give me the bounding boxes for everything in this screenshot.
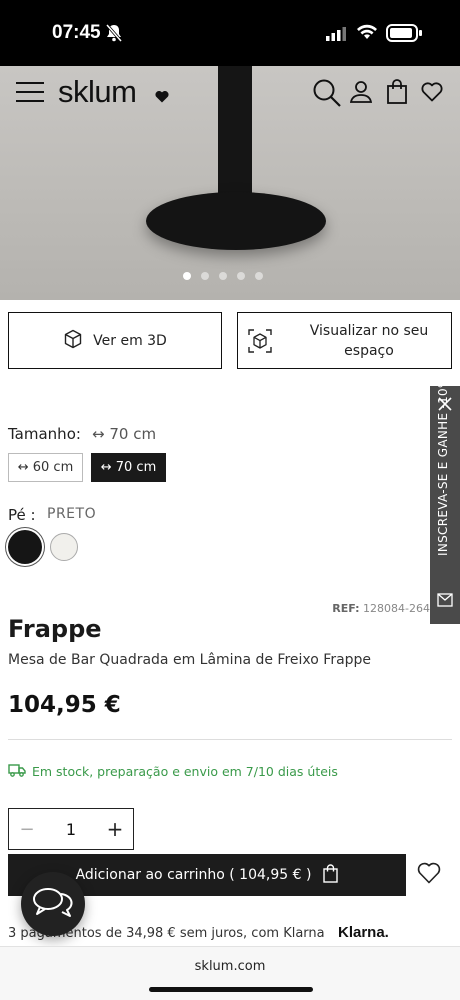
product-description: Mesa de Bar Quadrada em Lâmina de Freixo… (8, 652, 372, 668)
search-icon[interactable] (312, 78, 342, 112)
add-to-wishlist-heart-icon[interactable] (417, 862, 441, 888)
stock-text: Em stock, preparação e envio em 7/10 dia… (32, 764, 338, 779)
view-in-space-button[interactable]: Visualizar no seu espaço (237, 312, 452, 369)
color-swatch-black[interactable] (8, 530, 42, 564)
product-title: Frappe (8, 615, 102, 643)
view-actions: Ver em 3D Visualizar no seu espaço (8, 312, 452, 369)
status-time: 07:45 (52, 22, 101, 43)
status-bar: 07:45 (0, 0, 460, 66)
foot-selected-value: PRETO (47, 506, 97, 522)
size-label: Tamanho: (8, 425, 81, 443)
view-3d-label: Ver em 3D (93, 332, 167, 349)
url-text[interactable]: sklum.com (0, 959, 460, 974)
product-ref: REF: 128084-264 (332, 602, 430, 615)
add-to-cart-label: Adicionar ao carrinho ( 104,95 € ) (75, 867, 312, 883)
gallery-pagination (183, 272, 263, 280)
quantity-increase-button[interactable]: + (97, 817, 133, 841)
silent-bell-icon (105, 24, 123, 46)
ar-cube-icon (248, 329, 272, 353)
newsletter-text: INSCREVA-SE E GANHE -10% (436, 376, 450, 556)
foot-label: Pé : (8, 506, 36, 524)
gallery-dot[interactable] (255, 272, 263, 280)
browser-url-bar[interactable]: sklum.com (0, 946, 460, 1000)
battery-icon (386, 24, 422, 42)
gallery-dot[interactable] (237, 272, 245, 280)
chat-button[interactable] (21, 872, 85, 936)
home-indicator[interactable] (149, 987, 313, 992)
shopping-bag-icon (323, 863, 339, 887)
gallery-dot[interactable] (183, 272, 191, 280)
size-option-70[interactable]: ↔ 70 cm (91, 453, 166, 482)
account-icon[interactable] (349, 80, 373, 108)
mail-icon (437, 592, 453, 611)
product-ref-value: 128084-264 (363, 602, 430, 615)
table-base-image (146, 192, 326, 250)
chat-bubbles-icon (31, 886, 75, 922)
delivery-truck-icon (8, 763, 26, 780)
wifi-icon (356, 24, 378, 44)
view-3d-button[interactable]: Ver em 3D (8, 312, 222, 369)
klarna-logo: Klarna. (338, 924, 389, 941)
product-price: 104,95 € (8, 692, 121, 718)
site-logo[interactable]: sklum (58, 74, 137, 110)
wishlist-heart-icon[interactable] (421, 82, 443, 106)
divider (8, 739, 452, 740)
stock-status: Em stock, preparação e envio em 7/10 dia… (8, 763, 338, 780)
size-option-60[interactable]: ↔ 60 cm (8, 453, 83, 482)
newsletter-side-tab[interactable]: INSCREVA-SE E GANHE -10% (430, 376, 460, 624)
product-ref-label: REF: (332, 602, 360, 615)
hamburger-menu-icon[interactable] (16, 82, 44, 102)
size-selected-value: ↔ 70 cm (92, 425, 157, 443)
signal-icon (326, 26, 346, 45)
gallery-dot[interactable] (201, 272, 209, 280)
color-swatch-white[interactable] (50, 533, 78, 561)
shopping-bag-icon[interactable] (387, 79, 407, 108)
quantity-value[interactable]: 1 (45, 820, 97, 839)
quantity-stepper: − 1 + (8, 808, 134, 850)
quantity-decrease-button[interactable]: − (9, 819, 45, 840)
view-in-space-label: Visualizar no seu espaço (309, 322, 429, 359)
logo-heart-icon (155, 88, 169, 107)
gallery-dot[interactable] (219, 272, 227, 280)
cube-icon (63, 329, 83, 353)
site-header: sklum (0, 66, 460, 122)
